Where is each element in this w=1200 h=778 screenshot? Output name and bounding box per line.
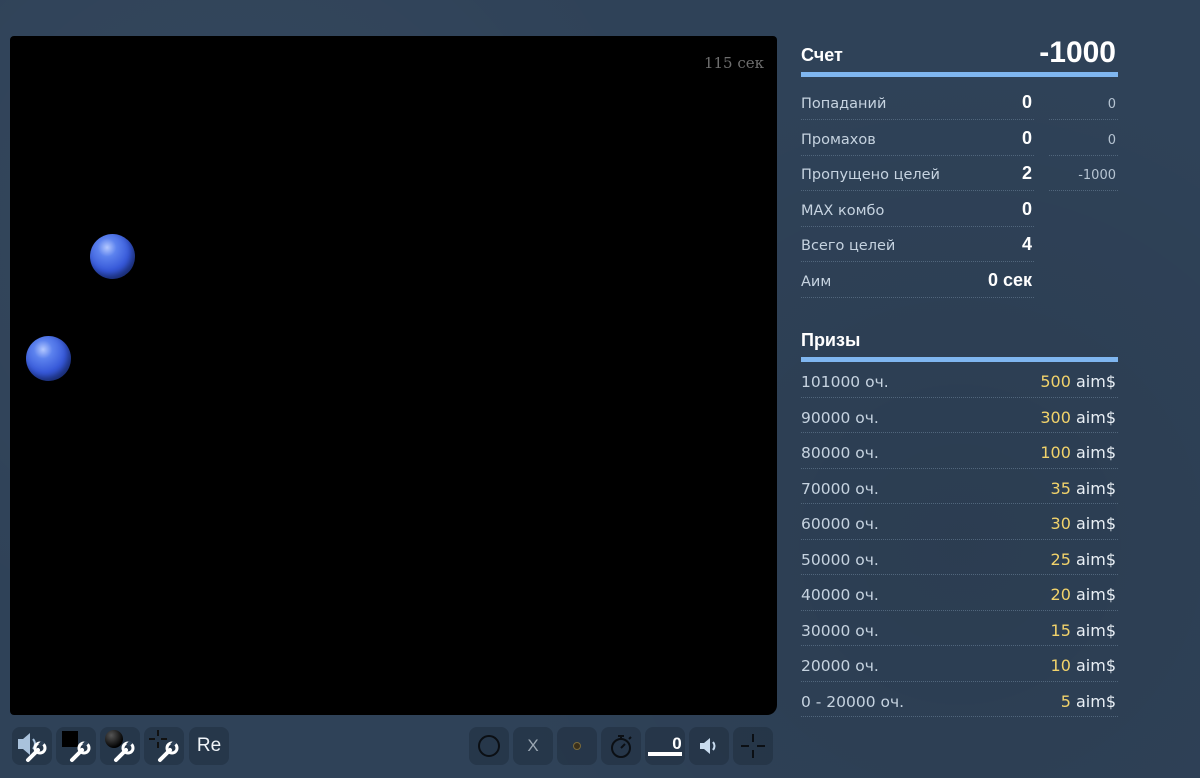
list-item: 80000 оч. 100 aim$ [801, 433, 1118, 469]
prize-amount: 30 [1050, 514, 1071, 533]
prize-amount: 5 [1060, 691, 1071, 711]
stat-row-max-combo: MAX комбо 0 [801, 192, 1118, 228]
prize-threshold: 30000 оч. [801, 621, 879, 640]
circle-target-button[interactable] [469, 727, 509, 765]
crosshair-settings-icon [149, 730, 179, 762]
stopwatch-icon [611, 735, 632, 758]
prize-unit: aim$ [1075, 691, 1116, 711]
stat-points: 0 [1107, 132, 1116, 148]
miss-icon: X [527, 736, 539, 755]
stat-value: 0 [1021, 127, 1032, 148]
prize-unit: aim$ [1075, 443, 1116, 462]
stat-points: 0 [1107, 97, 1116, 112]
background-settings-icon [62, 731, 91, 762]
prize-unit: aim$ [1075, 549, 1116, 569]
prizes-list: 101000 оч. 500 aim$ 90000 оч. 300 aim$ 8… [801, 362, 1118, 717]
prize-amount: 35 [1050, 478, 1071, 498]
target-settings-button[interactable] [100, 727, 140, 765]
prize-unit: aim$ [1075, 407, 1116, 427]
stat-label: Попаданий [801, 96, 887, 112]
restart-label: Re [196, 735, 222, 756]
stat-row-hits: Попаданий 0 0 [801, 85, 1118, 121]
prize-unit: aim$ [1075, 585, 1116, 604]
list-item: 70000 оч. 35 aim$ [801, 469, 1118, 504]
timer: 115 сек [703, 54, 764, 72]
prize-threshold: 50000 оч. [801, 550, 879, 569]
prize-unit: aim$ [1075, 478, 1116, 498]
game-field[interactable]: 115 сек [10, 36, 777, 715]
prizes-header: Призы [801, 316, 1118, 362]
stat-value: 0 [1021, 92, 1032, 112]
prize-threshold: 40000 оч. [801, 586, 879, 604]
prize-threshold: 90000 оч. [801, 408, 879, 427]
speed-bar [648, 752, 682, 756]
list-item: 101000 оч. 500 aim$ [801, 362, 1118, 398]
crosshair-settings-button[interactable] [144, 727, 184, 765]
list-item: 90000 оч. 300 aim$ [801, 398, 1118, 433]
speed-control[interactable]: 0 [645, 727, 685, 765]
score-value: -1000 [1039, 36, 1116, 69]
target-ball[interactable] [26, 336, 71, 381]
stat-value: 0 сек [987, 269, 1032, 290]
sound-settings-button[interactable] [12, 727, 52, 765]
prize-threshold: 101000 оч. [801, 373, 889, 391]
restart-button[interactable]: Re [189, 727, 229, 765]
crosshair-icon [741, 734, 765, 758]
prize-unit: aim$ [1075, 656, 1116, 675]
prizes-title: Призы [801, 330, 861, 350]
list-item: 60000 оч. 30 aim$ [801, 504, 1118, 540]
prize-amount: 20 [1050, 585, 1071, 604]
stat-value: 0 [1021, 198, 1032, 219]
list-item: 50000 оч. 25 aim$ [801, 540, 1118, 575]
sound-toggle-button[interactable] [689, 727, 729, 765]
circle-target-icon [478, 735, 500, 757]
dot-icon [573, 742, 581, 750]
score-header: Счет -1000 [801, 30, 1118, 77]
background-settings-button[interactable] [56, 727, 96, 765]
speed-value: 0 [672, 734, 682, 753]
list-item: 20000 оч. 10 aim$ [801, 646, 1118, 682]
list-item: 30000 оч. 15 aim$ [801, 611, 1118, 646]
stat-value: 2 [1021, 163, 1032, 183]
target-settings-icon [105, 730, 135, 762]
sound-settings-icon [18, 733, 47, 762]
stat-row-aim: Аим 0 сек [801, 263, 1118, 299]
prize-threshold: 80000 оч. [801, 444, 879, 462]
stopwatch-button[interactable] [601, 727, 641, 765]
stat-row-misses: Промахов 0 0 [801, 121, 1118, 157]
crosshair-button[interactable] [733, 727, 773, 765]
prize-amount: 15 [1050, 620, 1071, 640]
stat-row-missed-targets: Пропущено целей 2 -1000 [801, 156, 1118, 192]
prize-amount: 100 [1040, 443, 1071, 462]
prize-threshold: 20000 оч. [801, 657, 879, 675]
stat-points: -1000 [1078, 168, 1116, 183]
prize-amount: 25 [1050, 549, 1071, 569]
prize-unit: aim$ [1075, 372, 1116, 391]
score-title: Счет [801, 45, 843, 65]
speaker-icon [700, 738, 716, 754]
list-item: 40000 оч. 20 aim$ [801, 575, 1118, 611]
prize-amount: 10 [1050, 656, 1071, 675]
prize-amount: 300 [1040, 407, 1071, 427]
stat-label: Пропущено целей [801, 167, 940, 183]
prize-threshold: 70000 оч. [801, 479, 879, 498]
prize-unit: aim$ [1075, 514, 1116, 533]
dot-target-button[interactable] [557, 727, 597, 765]
stat-label: Всего целей [801, 238, 896, 254]
stats-panel: Счет -1000 Попаданий 0 0 Промахов 0 0 Пр… [801, 30, 1118, 717]
stat-label: Аим [801, 273, 832, 290]
prize-threshold: 60000 оч. [801, 515, 879, 533]
stat-row-total-targets: Всего целей 4 [801, 227, 1118, 263]
stat-label: MAX комбо [801, 202, 885, 219]
stat-value: 4 [1021, 234, 1032, 254]
target-ball[interactable] [90, 234, 135, 279]
stat-label: Промахов [801, 131, 876, 148]
list-item: 0 - 20000 оч. 5 aim$ [801, 682, 1118, 717]
prize-threshold: 0 - 20000 оч. [801, 692, 905, 711]
miss-button[interactable]: X [513, 727, 553, 765]
stats-list: Попаданий 0 0 Промахов 0 0 Пропущено цел… [801, 85, 1118, 298]
prize-amount: 500 [1040, 372, 1071, 391]
prize-unit: aim$ [1075, 620, 1116, 640]
